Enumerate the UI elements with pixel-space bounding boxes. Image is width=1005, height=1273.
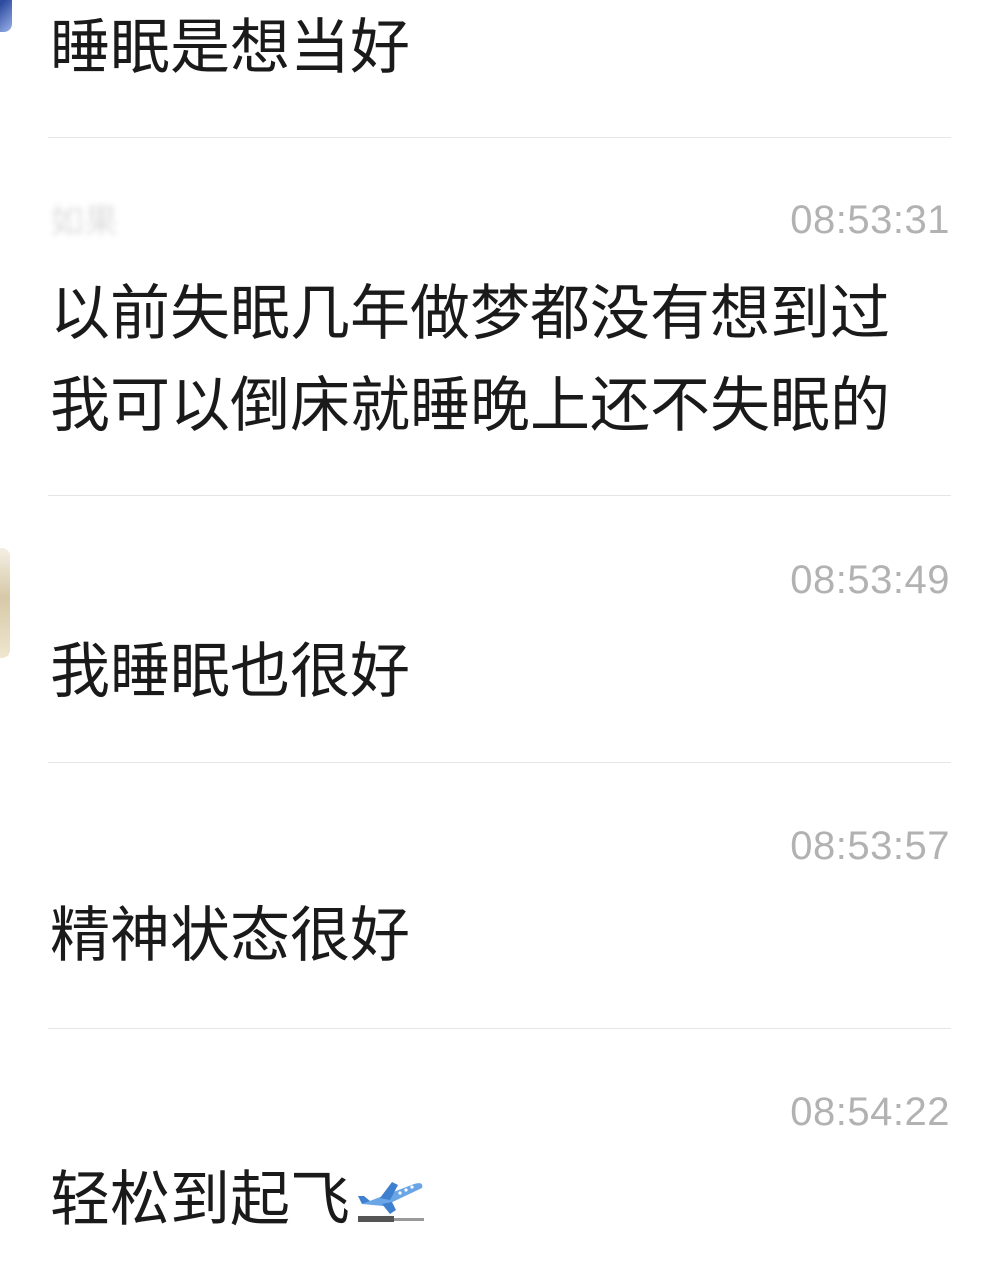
timestamp: 08:54:22	[790, 1090, 950, 1134]
message-text-line: 我可以倒床就睡晚上还不失眠的	[50, 371, 890, 441]
message-text-row: 轻松到起飞	[50, 1154, 426, 1246]
message-item[interactable]: 08:54:22 轻松到起飞	[50, 1088, 950, 1258]
message-text: 睡眠是想当好	[50, 13, 410, 83]
divider	[48, 495, 951, 496]
message-text: 轻松到起飞	[50, 1165, 350, 1235]
airplane-departure-icon	[354, 1158, 426, 1222]
message-item[interactable]: 08:53:57 精神状态很好	[50, 822, 950, 992]
message-text-line: 以前失眠几年做梦都没有想到过	[50, 279, 890, 349]
timestamp: 08:53:57	[790, 824, 950, 868]
avatar[interactable]	[0, 548, 10, 658]
divider	[48, 1028, 951, 1029]
avatar[interactable]	[0, 0, 12, 32]
divider	[48, 137, 951, 138]
timestamp: 08:53:31	[790, 198, 950, 242]
chat-message-list[interactable]: 睡眠是想当好 如果 08:53:31 以前失眠几年做梦都没有想到过 我可以倒床就…	[0, 0, 1005, 1273]
message-text: 精神状态很好	[50, 901, 410, 971]
message-item[interactable]: 如果 08:53:31 以前失眠几年做梦都没有想到过 我可以倒床就睡晚上还不失眠…	[50, 190, 950, 470]
sender-name[interactable]: 如果	[50, 202, 118, 242]
message-text: 我睡眠也很好	[50, 637, 410, 707]
message-item[interactable]: 08:53:49 我睡眠也很好	[50, 556, 950, 726]
message-item[interactable]: 睡眠是想当好	[50, 0, 950, 120]
timestamp: 08:53:49	[790, 558, 950, 602]
divider	[48, 762, 951, 763]
